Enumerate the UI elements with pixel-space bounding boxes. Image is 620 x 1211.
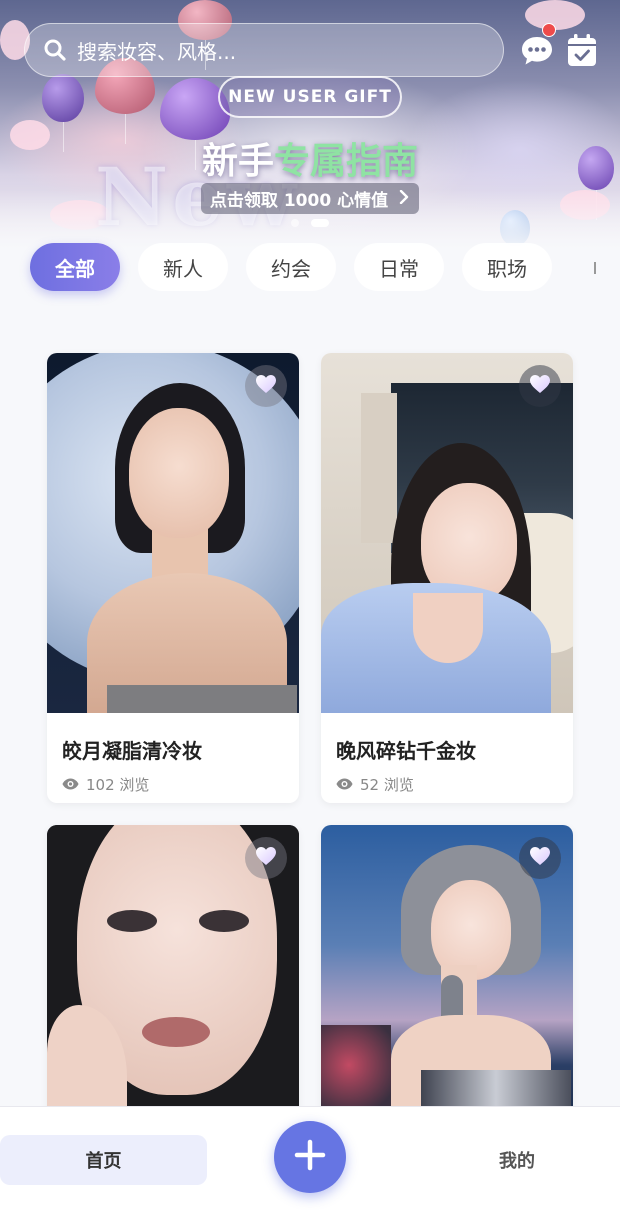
heart-icon (529, 374, 551, 398)
claim-reward-label: 点击领取 1000 心情值 (209, 191, 389, 211)
search-bar[interactable]: 搜索妆容、风格... (24, 23, 504, 77)
eye-icon (62, 776, 86, 794)
category-tabs: 全部 新人 约会 日常 职场 (0, 243, 620, 293)
look-thumbnail (47, 825, 299, 1125)
view-count: 52 浏览 (336, 774, 573, 795)
portrait-garment (107, 685, 297, 713)
calendar-check-icon (566, 34, 598, 73)
look-thumbnail (321, 825, 573, 1125)
nav-home-button[interactable]: 首页 (0, 1135, 207, 1185)
plus-icon (294, 1139, 326, 1175)
nav-profile-button[interactable]: 我的 (414, 1135, 620, 1185)
heart-icon (529, 846, 551, 870)
tab-newbie[interactable]: 新人 (138, 243, 228, 291)
heart-icon (255, 846, 277, 870)
portrait-lips (142, 1017, 210, 1047)
search-input[interactable]: 搜索妆容、风格... (77, 36, 236, 65)
look-title: 皎月凝脂清冷妆 (62, 739, 202, 763)
look-thumbnail (47, 353, 299, 713)
claim-reward-button[interactable]: 点击领取 1000 心情值 (201, 183, 419, 214)
look-card[interactable]: 皎月凝脂清冷妆 102 浏览 (47, 353, 299, 803)
eye-icon (336, 776, 360, 794)
balloon-decoration (42, 74, 84, 152)
look-card[interactable]: 晚风碎钻千金妆 52 浏览 (321, 353, 573, 803)
tab-overflow-indicator (594, 262, 596, 274)
carousel-dot[interactable] (291, 219, 299, 227)
view-count: 102 浏览 (62, 774, 299, 795)
portrait-eye (199, 910, 249, 932)
favorite-button[interactable] (245, 837, 287, 879)
tab-all[interactable]: 全部 (30, 243, 120, 291)
carousel-dot-active[interactable] (311, 219, 329, 227)
notification-badge (542, 23, 556, 37)
create-look-button[interactable] (274, 1121, 346, 1193)
look-card[interactable] (321, 825, 573, 1125)
view-count-text: 52 浏览 (360, 776, 414, 794)
search-icon (43, 38, 67, 62)
tab-date[interactable]: 约会 (246, 243, 336, 291)
checkin-button[interactable] (566, 33, 602, 69)
view-count-text: 102 浏览 (86, 776, 150, 794)
headline-part2: 专属指南 (274, 141, 419, 182)
look-title: 晚风碎钻千金妆 (336, 739, 476, 763)
portrait-eye (107, 910, 157, 932)
tab-work[interactable]: 职场 (462, 243, 552, 291)
bottom-navigation: 首页 我的 (0, 1106, 620, 1211)
favorite-button[interactable] (519, 837, 561, 879)
look-card[interactable] (47, 825, 299, 1125)
look-thumbnail (321, 353, 573, 713)
portrait-neck (413, 593, 483, 663)
tab-daily[interactable]: 日常 (354, 243, 444, 291)
chat-bubble-icon (519, 37, 555, 73)
chevron-right-icon (398, 189, 410, 208)
banner-headline: 新手专属指南 (0, 132, 620, 184)
curtain-decoration (361, 393, 397, 543)
favorite-button[interactable] (519, 365, 561, 407)
headline-part1: 新手 (201, 141, 274, 182)
new-user-gift-badge: NEW USER GIFT (218, 76, 402, 118)
message-button[interactable] (519, 33, 555, 69)
portrait-face (129, 408, 229, 538)
heart-icon (255, 374, 277, 398)
favorite-button[interactable] (245, 365, 287, 407)
